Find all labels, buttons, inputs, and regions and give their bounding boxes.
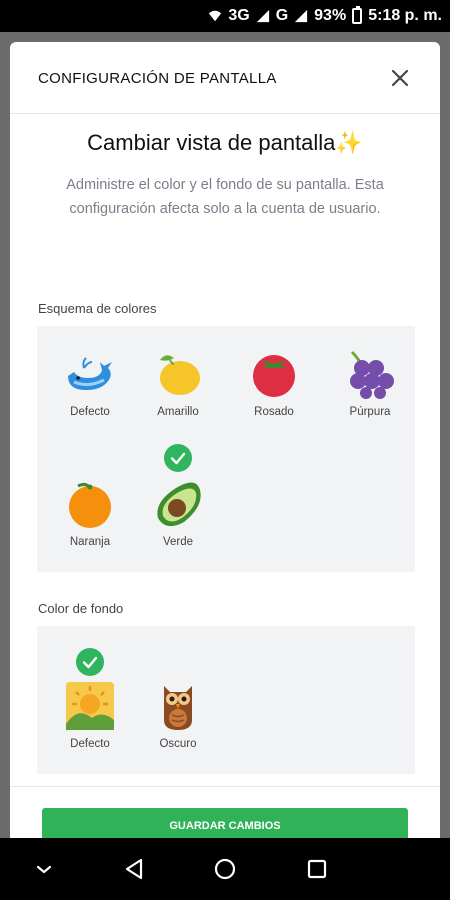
color-option-default[interactable]: Defecto — [47, 348, 133, 418]
tomato-icon — [253, 355, 295, 397]
signal-icon — [295, 9, 308, 23]
sunrise-landscape-icon — [66, 682, 114, 730]
color-option-pink[interactable]: Rosado — [231, 348, 317, 418]
color-option-orange[interactable]: Naranja — [47, 478, 133, 548]
status-bar: 3G G 93% 5:18 p. m. — [0, 0, 450, 32]
selected-check-icon — [164, 444, 192, 472]
color-scheme-panel: Defecto Amarillo Rosado Púrpura Naranja … — [37, 326, 415, 572]
recent-apps-icon[interactable] — [303, 855, 331, 883]
display-settings-dialog: CONFIGURACIÓN DE PANTALLA Cambiar vista … — [10, 42, 440, 838]
close-icon[interactable] — [388, 66, 412, 90]
background-option-label: Defecto — [70, 738, 110, 750]
network-type-2: G — [275, 7, 289, 24]
home-icon[interactable] — [211, 855, 239, 883]
color-option-yellow[interactable]: Amarillo — [135, 348, 221, 418]
background-color-label: Color de fondo — [38, 601, 124, 616]
battery-percent: 93% — [314, 7, 347, 24]
background-color-panel: Defecto Oscuro — [37, 626, 415, 774]
save-changes-button[interactable]: GUARDAR CAMBIOS — [42, 808, 408, 838]
grapes-icon — [350, 350, 394, 399]
color-option-purple[interactable]: Púrpura — [327, 348, 413, 418]
lemon-icon — [160, 355, 200, 395]
status-indicators: 3G G 93% 5:18 p. m. — [208, 6, 442, 26]
orange-icon — [69, 482, 111, 528]
whale-icon — [68, 357, 112, 390]
dialog-description: Administre el color y el fondo de su pan… — [66, 177, 384, 217]
color-option-label: Naranja — [69, 536, 111, 548]
background-option-label: Oscuro — [159, 738, 197, 750]
system-navigation-bar — [0, 838, 450, 900]
back-icon[interactable] — [120, 855, 148, 883]
background-option-dark[interactable]: Oscuro — [135, 680, 221, 750]
dialog-header: CONFIGURACIÓN DE PANTALLA — [10, 42, 440, 114]
battery-icon — [352, 6, 363, 24]
avocado-icon — [157, 482, 201, 527]
color-option-label: Rosado — [254, 406, 294, 418]
dialog-title: CONFIGURACIÓN DE PANTALLA — [38, 70, 277, 87]
heading-text: Cambiar vista de pantalla — [87, 130, 336, 155]
background-option-default[interactable]: Defecto — [47, 680, 133, 750]
color-option-green[interactable]: Verde — [135, 478, 221, 548]
wifi-icon — [209, 10, 222, 22]
clock: 5:18 p. m. — [368, 7, 442, 24]
network-type-1: 3G — [228, 7, 250, 24]
color-option-label: Púrpura — [349, 406, 391, 418]
color-option-label: Amarillo — [157, 406, 199, 418]
owl-icon — [164, 686, 192, 730]
page-heading: Cambiar vista de pantalla✨ — [10, 130, 440, 156]
signal-icon — [256, 9, 269, 23]
sparkles-icon: ✨ — [335, 130, 363, 155]
keyboard-hide-icon[interactable] — [30, 855, 58, 883]
selected-check-icon — [76, 648, 104, 676]
color-option-label: Verde — [162, 536, 194, 548]
color-option-label: Defecto — [70, 406, 110, 418]
color-scheme-label: Esquema de colores — [38, 301, 157, 316]
footer-divider — [10, 786, 440, 787]
